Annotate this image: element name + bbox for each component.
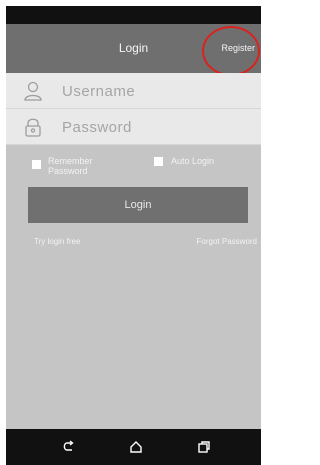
login-button[interactable]: Login <box>28 187 248 223</box>
user-icon <box>24 81 42 101</box>
forgot-password-link[interactable]: Forgot Password <box>197 237 257 246</box>
navigation-bar <box>6 429 261 465</box>
password-field[interactable] <box>6 109 261 145</box>
home-icon[interactable] <box>128 439 144 455</box>
auto-login-label[interactable]: Auto Login <box>171 156 214 166</box>
register-button[interactable]: Register <box>221 24 255 73</box>
username-field[interactable] <box>6 73 261 109</box>
status-bar <box>6 6 261 24</box>
phone-screen: Login Register Remember Password Auto Lo… <box>6 6 261 465</box>
remember-password-label[interactable]: Remember Password <box>48 156 118 176</box>
username-input[interactable] <box>62 79 252 103</box>
password-input[interactable] <box>62 115 252 139</box>
try-login-free-link[interactable]: Try login free <box>34 237 80 246</box>
options-row: Remember Password Auto Login <box>6 154 261 186</box>
auto-login-checkbox[interactable] <box>154 157 163 166</box>
back-icon[interactable] <box>61 439 77 455</box>
remember-password-checkbox[interactable] <box>32 160 41 169</box>
recents-icon[interactable] <box>196 439 212 455</box>
title-bar: Login Register <box>6 24 261 73</box>
lock-icon <box>25 118 41 137</box>
